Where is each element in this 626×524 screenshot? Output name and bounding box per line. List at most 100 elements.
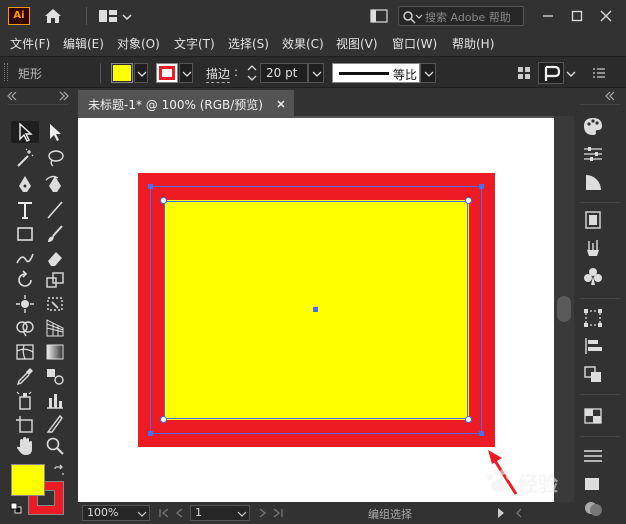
collapse-dock-icon[interactable] <box>604 90 616 101</box>
zoom-tool-icon[interactable] <box>44 436 66 456</box>
bounding-handle[interactable] <box>479 431 484 436</box>
previous-artboard-icon[interactable] <box>174 507 186 519</box>
menu-edit[interactable]: 编辑(E) <box>63 35 104 52</box>
curvature-tool-icon[interactable] <box>44 174 66 194</box>
direct-selection-tool-icon[interactable] <box>44 122 66 142</box>
menu-effect[interactable]: 效果(C) <box>282 35 324 52</box>
gradient-tool-icon[interactable] <box>44 342 66 362</box>
scroll-thumb[interactable] <box>557 296 571 322</box>
type-tool-icon[interactable] <box>14 200 36 220</box>
stroke-weight-dropdown[interactable] <box>308 63 324 83</box>
perspective-grid-tool-icon[interactable] <box>44 318 66 338</box>
artboard-number-select[interactable]: 1 <box>190 505 250 521</box>
anchor-point[interactable] <box>160 197 167 204</box>
artboards-panel-icon[interactable] <box>582 474 604 494</box>
vertical-scrollbar[interactable] <box>554 116 574 502</box>
rectangle-tool-icon[interactable] <box>14 224 36 244</box>
first-artboard-icon[interactable] <box>158 507 170 519</box>
align-panel-icon[interactable] <box>582 336 604 356</box>
selection-tool-icon[interactable] <box>14 122 36 142</box>
home-icon[interactable] <box>44 8 62 24</box>
document-tab[interactable]: 未标题-1* @ 100% (RGB/预览) <box>78 90 294 116</box>
menu-type[interactable]: 文字(T) <box>174 35 215 52</box>
chevron-down-icon[interactable] <box>566 68 576 78</box>
collapse-panel-icon[interactable] <box>58 90 70 101</box>
libraries-panel-icon[interactable] <box>582 210 604 230</box>
symbols-panel-icon[interactable] <box>582 266 604 286</box>
slice-tool-icon[interactable] <box>44 414 66 434</box>
swap-fill-stroke-icon[interactable] <box>52 464 66 478</box>
minimize-icon[interactable] <box>540 8 556 24</box>
grip-handle[interactable] <box>4 63 8 81</box>
pathfinder-panel-icon[interactable] <box>582 364 604 384</box>
anchor-point[interactable] <box>465 416 472 423</box>
eyedropper-tool-icon[interactable] <box>14 366 36 386</box>
stroke-weight-input[interactable]: 20 pt <box>260 63 308 83</box>
paintbrush-tool-icon[interactable] <box>44 224 66 244</box>
transparency-panel-icon[interactable] <box>582 406 604 426</box>
collapse-panel-icon[interactable] <box>6 90 18 101</box>
bounding-handle[interactable] <box>148 184 153 189</box>
menu-window[interactable]: 窗口(W) <box>392 35 437 52</box>
next-artboard-icon[interactable] <box>256 507 268 519</box>
mesh-tool-icon[interactable] <box>14 342 36 362</box>
stroke-profile-dropdown[interactable] <box>420 63 436 83</box>
transform-anchor-icon[interactable] <box>538 62 564 84</box>
stroke-profile-select[interactable]: 等比 <box>332 63 420 83</box>
anchor-point[interactable] <box>160 416 167 423</box>
panel-menu-icon[interactable] <box>592 66 606 80</box>
shaper-tool-icon[interactable] <box>14 248 36 268</box>
bounding-handle[interactable] <box>148 431 153 436</box>
transform-panel-icon[interactable] <box>582 308 604 328</box>
properties-panel-icon[interactable] <box>582 144 604 164</box>
scroll-left-icon[interactable] <box>514 507 524 519</box>
menu-view[interactable]: 视图(V) <box>336 35 378 52</box>
symbol-sprayer-tool-icon[interactable] <box>14 390 36 410</box>
lasso-tool-icon[interactable] <box>44 148 66 168</box>
pen-tool-icon[interactable] <box>14 174 36 194</box>
stroke-swatch[interactable] <box>156 63 178 83</box>
hand-tool-icon[interactable] <box>14 436 36 456</box>
gradient-panel-icon[interactable] <box>582 172 604 192</box>
default-fill-stroke-icon[interactable] <box>10 502 22 514</box>
last-artboard-icon[interactable] <box>272 507 284 519</box>
align-grid-icon[interactable] <box>516 65 532 81</box>
menu-select[interactable]: 选择(S) <box>228 35 269 52</box>
fill-dropdown[interactable] <box>134 63 148 83</box>
free-transform-tool-icon[interactable] <box>44 294 66 314</box>
brushes-panel-icon[interactable] <box>582 238 604 258</box>
chevron-down-icon[interactable] <box>122 11 132 21</box>
layers-panel-icon[interactable] <box>582 446 604 466</box>
status-menu-arrow-icon[interactable] <box>496 507 506 519</box>
line-segment-tool-icon[interactable] <box>44 200 66 220</box>
color-panel-icon[interactable] <box>582 116 604 136</box>
fill-swatch[interactable] <box>111 63 133 83</box>
column-graph-tool-icon[interactable] <box>44 390 66 410</box>
stroke-weight-stepper[interactable] <box>246 63 258 83</box>
fill-color-swatch[interactable] <box>11 464 45 496</box>
artboard-tool-icon[interactable] <box>14 414 36 434</box>
search-input[interactable]: 搜索 Adobe 帮助 <box>398 6 524 26</box>
magic-wand-tool-icon[interactable] <box>14 148 36 168</box>
anchor-point[interactable] <box>465 197 472 204</box>
stroke-color-dropdown[interactable] <box>179 63 193 83</box>
close-tab-icon[interactable] <box>276 98 286 108</box>
menu-object[interactable]: 对象(O) <box>117 35 160 52</box>
menu-help[interactable]: 帮助(H) <box>452 35 494 52</box>
scale-tool-icon[interactable] <box>44 270 66 290</box>
stroke-label[interactable]: 描边 <box>206 65 231 83</box>
width-tool-icon[interactable] <box>14 294 36 314</box>
eraser-tool-icon[interactable] <box>44 248 66 268</box>
close-icon[interactable] <box>598 8 614 24</box>
rotate-tool-icon[interactable] <box>14 270 36 290</box>
menu-file[interactable]: 文件(F) <box>10 35 50 52</box>
workspace-layout-icon[interactable] <box>98 9 118 23</box>
links-panel-icon[interactable] <box>582 498 604 518</box>
maximize-icon[interactable] <box>569 8 585 24</box>
bounding-handle[interactable] <box>479 184 484 189</box>
center-point[interactable] <box>313 307 318 312</box>
arrange-documents-icon[interactable] <box>370 9 388 23</box>
shape-builder-tool-icon[interactable] <box>14 318 36 338</box>
zoom-select[interactable]: 100% <box>82 505 150 521</box>
blend-tool-icon[interactable] <box>44 366 66 386</box>
